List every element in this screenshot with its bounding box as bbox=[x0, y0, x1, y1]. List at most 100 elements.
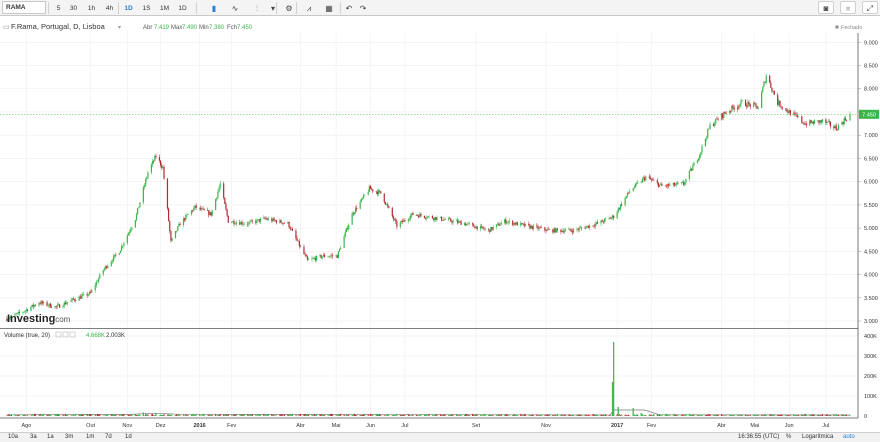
volume-bar bbox=[434, 414, 436, 416]
x-tick-label: 2017 bbox=[611, 423, 623, 429]
volume-legend-value-2: 2.003K bbox=[106, 333, 125, 339]
volume-bar bbox=[56, 414, 58, 416]
candle-body bbox=[31, 304, 33, 308]
legend-arrow-icon[interactable]: ▾ bbox=[118, 25, 121, 31]
compare-icon[interactable]: ⩘ bbox=[302, 1, 316, 14]
candle-body bbox=[597, 222, 599, 224]
volume-bar bbox=[249, 414, 251, 416]
interval-button-7[interactable]: 1D bbox=[175, 1, 190, 14]
candle-body bbox=[363, 194, 365, 198]
color-square-icon[interactable]: ■ bbox=[840, 1, 856, 14]
line-chart-icon[interactable]: ∿ bbox=[228, 1, 242, 14]
volume-bar bbox=[145, 414, 147, 416]
volume-bar bbox=[361, 414, 363, 416]
interval-button-5[interactable]: 1S bbox=[139, 1, 154, 14]
log-toggle[interactable]: Logarítmica bbox=[802, 433, 833, 442]
volume-bar bbox=[396, 413, 398, 416]
volume-bar bbox=[46, 414, 48, 416]
candle-body bbox=[127, 233, 130, 236]
range-button-3m[interactable]: 3m bbox=[65, 433, 73, 442]
candle-body bbox=[649, 177, 651, 180]
volume-bar bbox=[282, 415, 284, 416]
layout-icon[interactable]: ▦ bbox=[322, 1, 336, 14]
volume-bar bbox=[66, 414, 68, 416]
volume-bar bbox=[129, 414, 131, 416]
candle-body bbox=[343, 236, 345, 248]
candle-body bbox=[465, 223, 467, 226]
candle-body bbox=[151, 161, 154, 165]
volume-bar bbox=[449, 415, 451, 416]
range-button-1d[interactable]: 1d bbox=[125, 433, 132, 442]
candle-body bbox=[369, 186, 372, 190]
volume-bar bbox=[55, 414, 57, 416]
x-tick-label: Ago bbox=[21, 423, 31, 429]
candle-body bbox=[676, 182, 678, 185]
interval-button-2[interactable]: 1h bbox=[84, 1, 99, 14]
interval-button-6[interactable]: 1M bbox=[157, 1, 172, 14]
interval-button-0[interactable]: 5 bbox=[51, 1, 66, 14]
symbol-input[interactable]: RAMA bbox=[2, 1, 46, 14]
undo-icon[interactable]: ↶ bbox=[342, 1, 356, 14]
legend-collapse-icon[interactable]: ▭ bbox=[3, 24, 10, 31]
range-button-3a[interactable]: 3a bbox=[30, 433, 37, 442]
range-button-10a[interactable]: 10a bbox=[8, 433, 18, 442]
volume-bar bbox=[314, 414, 316, 416]
volume-bar bbox=[795, 414, 797, 416]
fullscreen-icon[interactable]: ⤢ bbox=[862, 1, 878, 14]
volume-bar bbox=[248, 414, 250, 416]
candle-body bbox=[817, 120, 819, 121]
interval-button-3[interactable]: 4h bbox=[102, 1, 117, 14]
candle-body bbox=[685, 179, 687, 183]
candle-body bbox=[359, 201, 361, 209]
dropdown-arrow-icon[interactable]: ▾ bbox=[266, 1, 280, 14]
percent-toggle[interactable]: % bbox=[786, 433, 791, 442]
candle-body bbox=[249, 221, 251, 223]
volume-bar bbox=[98, 414, 100, 416]
volume-bar bbox=[459, 414, 461, 416]
volume-bar bbox=[514, 414, 516, 416]
volume-bar bbox=[552, 414, 554, 416]
x-tick-label: Nov bbox=[541, 423, 551, 429]
volume-bar bbox=[524, 414, 526, 416]
candlestick-icon[interactable]: ▮ bbox=[207, 1, 221, 14]
volume-bar bbox=[215, 414, 217, 416]
candle-body bbox=[716, 118, 718, 120]
candle-body bbox=[39, 303, 41, 304]
volume-bar bbox=[370, 413, 371, 416]
candle-body bbox=[402, 220, 404, 222]
volume-bar bbox=[211, 415, 213, 416]
candle-body bbox=[593, 226, 595, 227]
candle-body bbox=[449, 218, 451, 220]
interval-button-1[interactable]: 30 bbox=[66, 1, 81, 14]
candle-body bbox=[700, 152, 702, 155]
candle-body bbox=[403, 219, 405, 222]
candle-body bbox=[258, 219, 260, 222]
candle-body bbox=[691, 168, 693, 171]
volume-bar bbox=[838, 414, 839, 416]
candle-body bbox=[73, 299, 76, 301]
volume-bar bbox=[146, 414, 148, 416]
candle-body bbox=[699, 154, 701, 159]
volume-bar bbox=[15, 415, 17, 416]
candle-body bbox=[755, 103, 757, 106]
candle-body bbox=[616, 212, 618, 219]
auto-toggle[interactable]: auto bbox=[843, 433, 855, 442]
volume-spike bbox=[640, 413, 642, 416]
volume-bar bbox=[648, 414, 650, 416]
interval-button-4[interactable]: 1D bbox=[121, 1, 136, 14]
volume-bar bbox=[565, 415, 566, 416]
range-button-1a[interactable]: 1a bbox=[47, 433, 54, 442]
range-button-7d[interactable]: 7d bbox=[105, 433, 112, 442]
candle-body bbox=[56, 304, 58, 307]
candle-body bbox=[697, 158, 700, 161]
candle-body bbox=[627, 192, 630, 194]
candle-body bbox=[379, 190, 381, 192]
volume-bar bbox=[521, 415, 523, 416]
range-button-1m[interactable]: 1m bbox=[86, 433, 94, 442]
settings-gear-icon[interactable]: ⚙ bbox=[282, 1, 296, 14]
candle-body bbox=[474, 226, 476, 229]
indicator-icon[interactable]: ⫶ bbox=[250, 1, 264, 14]
redo-icon[interactable]: ↷ bbox=[356, 1, 370, 14]
candle-body bbox=[126, 235, 128, 244]
camera-icon[interactable]: ◙ bbox=[818, 1, 834, 14]
